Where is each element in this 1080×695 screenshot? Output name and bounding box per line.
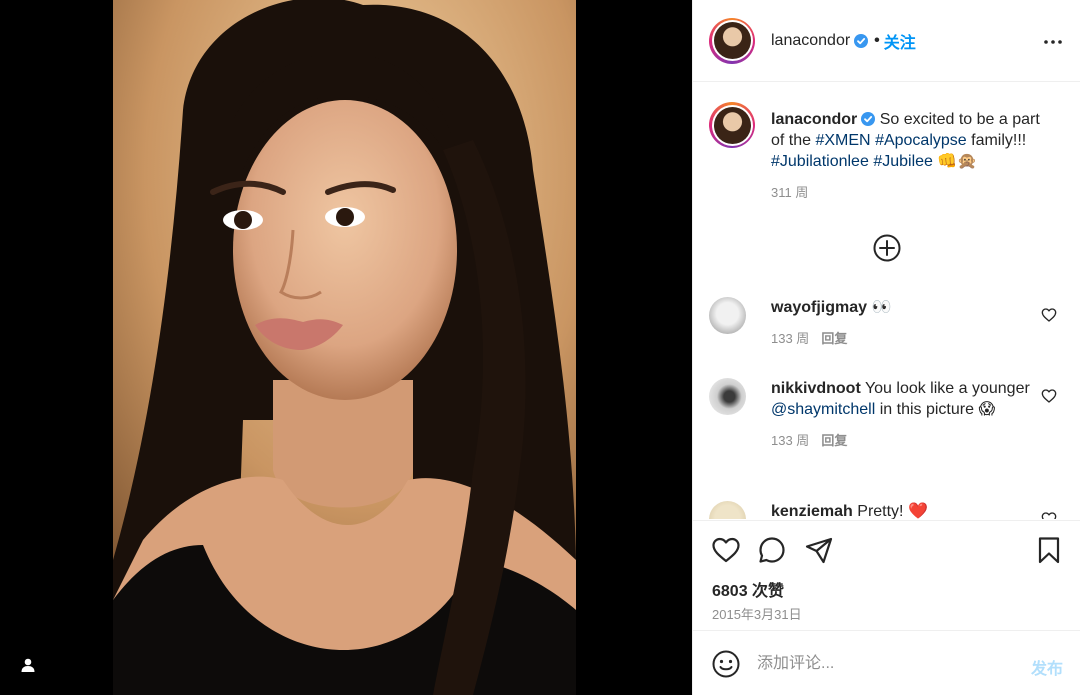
follow-button[interactable]: 关注 <box>884 29 916 53</box>
comment-username[interactable]: kenziemah <box>771 503 853 519</box>
comments-list[interactable]: lanacondor So excited to be a part of th… <box>693 83 1080 519</box>
comment-body: nikkivdnoot You look like a younger @sha… <box>771 378 1041 451</box>
caption-emoji: 👊🙊 <box>937 153 978 170</box>
save-bookmark-icon[interactable] <box>1034 535 1064 565</box>
comment-time[interactable]: 133 周 <box>771 433 809 448</box>
post-side-panel: lanacondor • 关注 lanacondor So excited to… <box>692 0 1080 695</box>
share-send-icon[interactable] <box>804 535 834 565</box>
comment-text: 👀 <box>871 299 892 316</box>
hashtag-link[interactable]: #Jubilationlee <box>771 153 869 170</box>
like-heart-icon[interactable] <box>711 535 741 565</box>
verified-badge-icon <box>854 33 869 48</box>
caption-text: family!!! <box>966 132 1027 149</box>
like-comment-heart-icon[interactable] <box>1041 511 1057 519</box>
comment-meta: 133 周回复 <box>771 328 1041 349</box>
comment-body: wayofjigmay 👀 133 周回复 <box>771 297 1041 349</box>
author-avatar[interactable] <box>709 17 755 64</box>
verified-badge-icon <box>861 112 876 126</box>
user-icon <box>21 658 35 672</box>
like-comment-heart-icon[interactable] <box>1041 307 1057 323</box>
comment-body: kenziemah Pretty! ❤️ <box>771 501 1041 519</box>
author-username[interactable]: lanacondor <box>771 32 850 50</box>
comment-avatar[interactable] <box>709 378 746 415</box>
comment-avatar[interactable] <box>709 501 746 519</box>
post-photo <box>113 0 576 695</box>
comment-bubble-icon[interactable] <box>757 535 787 565</box>
hashtag-link[interactable]: #XMEN <box>815 132 870 149</box>
separator-dot: • <box>874 31 880 49</box>
comment-text: Pretty! ❤️ <box>857 503 928 519</box>
add-comment-bar: 发布 <box>693 630 1080 695</box>
comment-meta: 133 周回复 <box>771 430 1041 451</box>
post-date[interactable]: 2015年3月31日 <box>712 604 802 623</box>
comment-avatar[interactable] <box>709 297 746 334</box>
caption-avatar[interactable] <box>709 102 755 148</box>
hashtag-link[interactable]: #Apocalypse <box>875 132 967 149</box>
like-comment-heart-icon[interactable] <box>1041 388 1057 404</box>
reply-button[interactable]: 回复 <box>821 331 847 346</box>
comment-text: You look like a younger <box>864 380 1030 397</box>
likes-count[interactable]: 6803 次赞 <box>712 577 784 601</box>
post-actions: 6803 次赞 2015年3月31日 <box>693 520 1080 630</box>
caption-body: lanacondor So excited to be a part of th… <box>771 109 1041 203</box>
post-comment-button[interactable]: 发布 <box>1031 655 1063 679</box>
more-options-button[interactable] <box>1041 30 1065 54</box>
post-header: lanacondor • 关注 <box>693 0 1080 82</box>
caption-time[interactable]: 311 周 <box>771 185 808 200</box>
hashtag-link[interactable]: #Jubilee <box>873 153 933 170</box>
comment-input[interactable] <box>757 651 1017 677</box>
avatar-image <box>713 106 751 144</box>
reply-button[interactable]: 回复 <box>821 433 847 448</box>
emoji-smiley-icon[interactable] <box>711 649 741 679</box>
tagged-users-button[interactable] <box>16 653 40 677</box>
more-horizontal-icon <box>1044 40 1062 44</box>
caption-meta: 311 周 <box>771 182 1041 203</box>
load-more-comments-icon[interactable] <box>872 233 902 263</box>
avatar-image <box>713 22 751 59</box>
comment-time[interactable]: 133 周 <box>771 331 809 346</box>
post-media <box>0 0 692 695</box>
portrait-illustration <box>113 0 576 695</box>
comment-text: in this picture 😱 <box>875 401 996 418</box>
comment-username[interactable]: nikkivdnoot <box>771 380 861 397</box>
comment-username[interactable]: wayofjigmay <box>771 299 867 316</box>
mention-link[interactable]: @shaymitchell <box>771 401 875 418</box>
caption-username[interactable]: lanacondor <box>771 111 857 128</box>
